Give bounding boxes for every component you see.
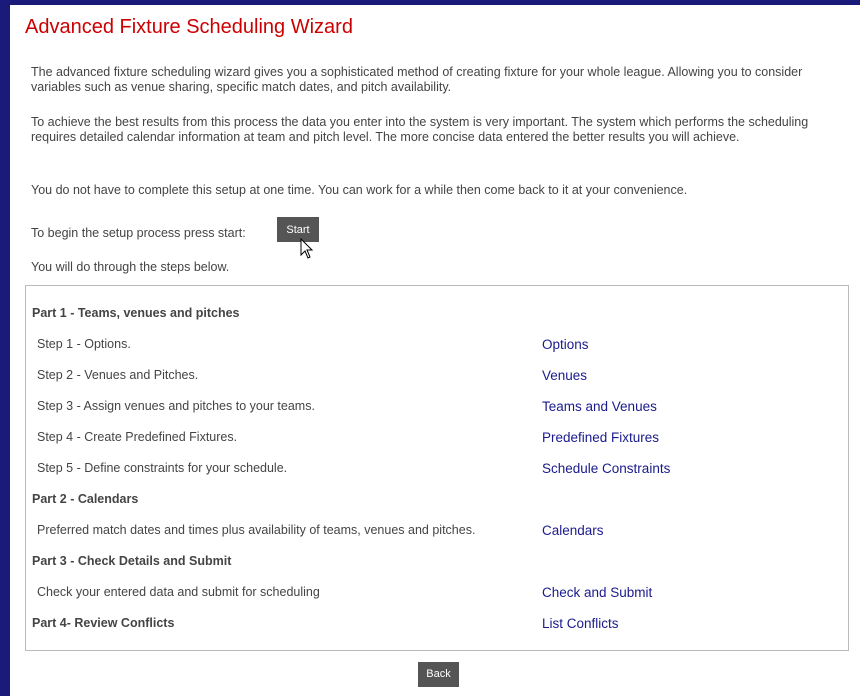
step-row: Step 3 - Assign venues and pitches to yo… — [26, 391, 848, 422]
step-text: Check your entered data and submit for s… — [37, 585, 320, 599]
step-row: Step 1 - Options. Options — [26, 329, 848, 360]
step-text: Step 2 - Venues and Pitches. — [37, 368, 199, 382]
back-button[interactable]: Back — [418, 662, 459, 687]
part-title: Part 3 - Check Details and Submit — [32, 554, 232, 568]
part-title: Part 1 - Teams, venues and pitches — [32, 306, 240, 320]
step-text: Step 4 - Create Predefined Fixtures. — [37, 430, 238, 444]
step-row: Step 4 - Create Predefined Fixtures. Pre… — [26, 422, 848, 453]
calendars-link[interactable]: Calendars — [542, 515, 604, 546]
intro-paragraph-1: The advanced fixture scheduling wizard g… — [31, 65, 803, 94]
start-label: To begin the setup process press start: — [31, 226, 246, 240]
part-1-header: Part 1 - Teams, venues and pitches — [26, 298, 848, 329]
check-and-submit-link[interactable]: Check and Submit — [542, 577, 652, 608]
window-left-border — [0, 0, 10, 696]
page-title: Advanced Fixture Scheduling Wizard — [25, 16, 353, 38]
mouse-pointer-icon — [300, 238, 314, 259]
part-4-header: Part 4- Review Conflicts List Conflicts — [26, 608, 848, 639]
part-title: Part 2 - Calendars — [32, 492, 139, 506]
steps-panel: Part 1 - Teams, venues and pitches Step … — [25, 285, 849, 651]
list-conflicts-link[interactable]: List Conflicts — [542, 608, 619, 639]
predefined-fixtures-link[interactable]: Predefined Fixtures — [542, 422, 659, 453]
steps-intro: You will do through the steps below. — [31, 260, 230, 274]
step-row: Step 2 - Venues and Pitches. Venues — [26, 360, 848, 391]
intro-paragraph-2: To achieve the best results from this pr… — [31, 115, 809, 144]
part-title: Part 4- Review Conflicts — [32, 616, 175, 630]
teams-and-venues-link[interactable]: Teams and Venues — [542, 391, 657, 422]
step-row: Preferred match dates and times plus ava… — [26, 515, 848, 546]
part-2-header: Part 2 - Calendars — [26, 484, 848, 515]
step-text: Preferred match dates and times plus ava… — [37, 523, 476, 537]
step-row: Step 5 - Define constraints for your sch… — [26, 453, 848, 484]
schedule-constraints-link[interactable]: Schedule Constraints — [542, 453, 670, 484]
step-text: Step 1 - Options. — [37, 337, 131, 351]
step-text: Step 5 - Define constraints for your sch… — [37, 461, 288, 475]
options-link[interactable]: Options — [542, 329, 589, 360]
step-text: Step 3 - Assign venues and pitches to yo… — [37, 399, 315, 413]
part-3-header: Part 3 - Check Details and Submit — [26, 546, 848, 577]
venues-link[interactable]: Venues — [542, 360, 587, 391]
intro-paragraph-3: You do not have to complete this setup a… — [31, 183, 688, 197]
step-row: Check your entered data and submit for s… — [26, 577, 848, 608]
wizard-page: Advanced Fixture Scheduling Wizard The a… — [10, 5, 860, 696]
